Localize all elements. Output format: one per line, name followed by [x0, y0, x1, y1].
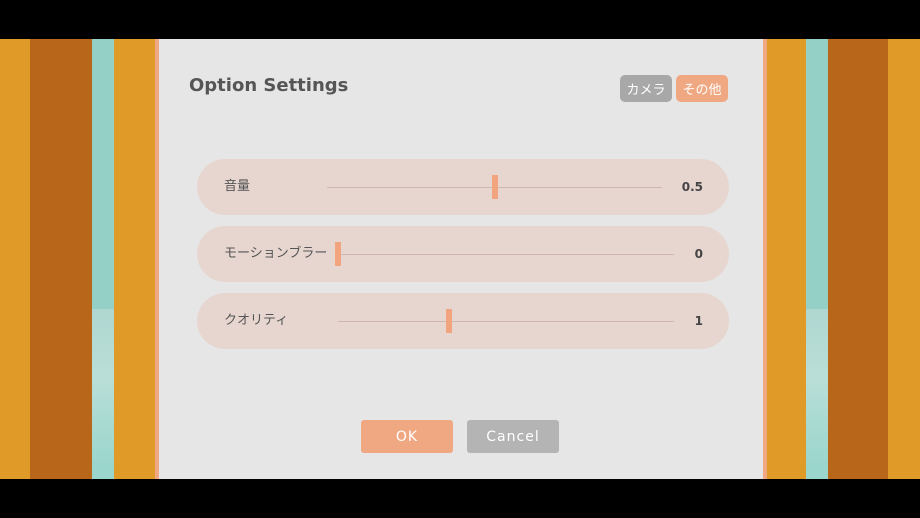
ok-button[interactable]: OK	[361, 420, 453, 453]
tab-other[interactable]: その他	[676, 75, 728, 102]
option-settings-dialog: Option Settings カメラ その他 音量 0.5 モーションブラー …	[155, 39, 767, 479]
setting-value: 0.5	[681, 180, 703, 194]
tab-camera[interactable]: カメラ	[620, 75, 672, 102]
background-pillar	[888, 39, 920, 479]
slider-track[interactable]	[338, 321, 674, 322]
tab-bar: カメラ その他	[620, 75, 728, 102]
setting-row-volume: 音量 0.5	[197, 159, 729, 215]
background-pillar	[0, 39, 30, 479]
slider-handle[interactable]	[445, 309, 452, 333]
background-pillar	[30, 39, 92, 479]
slider-handle[interactable]	[491, 175, 498, 199]
setting-row-motion-blur: モーションブラー 0	[197, 226, 729, 282]
setting-value: 0	[694, 247, 703, 261]
background-pillar	[767, 39, 806, 479]
setting-value: 1	[694, 314, 703, 328]
slider-track[interactable]	[338, 254, 674, 255]
background-pillar	[828, 39, 888, 479]
setting-label: クオリティ	[224, 313, 289, 328]
setting-row-quality: クオリティ 1	[197, 293, 729, 349]
setting-label: モーションブラー	[224, 246, 328, 261]
background-pillar	[114, 39, 155, 479]
background-column	[92, 39, 114, 479]
cancel-button[interactable]: Cancel	[467, 420, 559, 453]
dialog-title: Option Settings	[189, 75, 349, 96]
background-column	[806, 39, 828, 479]
slider-handle[interactable]	[335, 242, 341, 266]
setting-label: 音量	[224, 179, 251, 194]
